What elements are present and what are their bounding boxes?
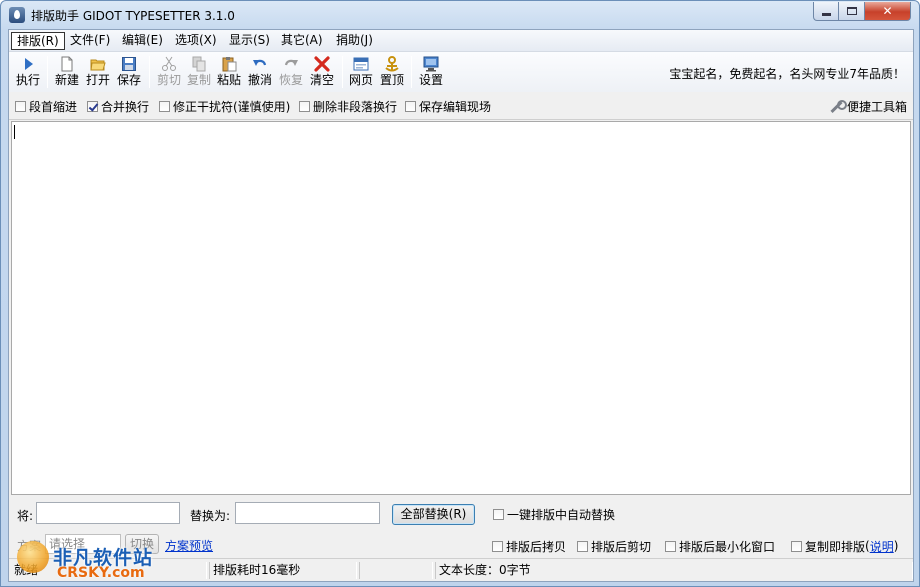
pin-top-icon [385,56,399,72]
title-bar[interactable]: 排版助手 GIDOT TYPESETTER 3.1.0 ✕ [1,1,919,29]
close-button[interactable]: ✕ [865,2,911,21]
undo-button[interactable]: 撤消 [245,54,275,90]
checkbox[interactable] [15,100,26,112]
maximize-button[interactable] [839,2,865,21]
clear-button[interactable]: 清空 [307,54,337,90]
watermark: 非凡软件站 CRSKY.com [11,535,161,585]
play-icon [25,58,33,70]
indent-paragraph-checkbox[interactable]: 段首缩进 [15,99,77,114]
maximize-icon [846,7,857,15]
settings-button[interactable]: 设置 [416,54,446,90]
execute-button[interactable]: 执行 [13,54,43,90]
save-edit-scene-checkbox[interactable]: 保存编辑现场 [405,99,491,114]
copy-icon [192,56,206,72]
paste-icon [222,57,237,72]
typeset-on-copy-checkbox[interactable]: 复制即排版(说明) [791,538,898,555]
checkbox[interactable] [405,100,416,112]
new-file-icon [61,56,73,72]
menu-other[interactable]: 其它(A) [276,32,328,50]
replace-from-label: 将: [17,509,34,523]
minimize-icon [821,12,831,16]
cut-button[interactable]: 剪切 [154,54,184,90]
webpage-button[interactable]: 网页 [346,54,376,90]
promo-slogan[interactable]: 宝宝起名，免费起名，名头网专业7年品质！ [669,65,905,82]
text-caret [14,125,15,139]
webpage-icon [353,57,369,71]
status-elapsed: 排版耗时16毫秒 [209,562,357,579]
status-length: 文本长度：0字节 [435,562,913,579]
open-button[interactable]: 打开 [83,54,113,90]
wrench-icon [829,99,847,114]
settings-icon [423,56,439,72]
application-window: 排版助手 GIDOT TYPESETTER 3.1.0 ✕ 排版(R) 文件(F… [0,0,920,587]
auto-replace-checkbox[interactable]: 一键排版中自动替换 [493,507,615,522]
checkbox[interactable] [299,100,310,112]
toolbar: 执行 新建 打开 保存 剪切 复制 粘贴 撤消 恢复 清空 网页 置顶 设置 宝… [9,52,913,92]
checkbox-checked[interactable] [87,100,98,112]
copy-button[interactable]: 复制 [184,54,214,90]
menu-file[interactable]: 文件(F) [65,32,115,50]
menu-options[interactable]: 选项(X) [170,32,222,50]
cut-icon [162,56,176,71]
watermark-site: CRSKY.com [57,565,145,581]
app-logo-icon [9,7,25,23]
close-icon: ✕ [882,4,893,18]
menu-bar: 排版(R) 文件(F) 编辑(E) 选项(X) 显示(S) 其它(A) 捐助(J… [9,30,913,52]
watermark-logo-icon [17,541,49,573]
window-title: 排版助手 GIDOT TYPESETTER 3.1.0 [31,9,235,23]
menu-display[interactable]: 显示(S) [224,32,275,50]
checkbox[interactable] [159,100,170,112]
checkbox[interactable] [665,540,676,552]
menu-typeset[interactable]: 排版(R) [11,32,65,50]
clear-icon [314,56,330,72]
redo-button[interactable]: 恢复 [276,54,306,90]
redo-icon [284,59,298,66]
checkbox[interactable] [493,508,504,520]
replace-from-input[interactable] [36,502,180,524]
options-bar: 段首缩进 合并换行 修正干扰符(谨慎使用) 删除非段落换行 保存编辑现场 便捷工… [9,92,913,120]
checkbox[interactable] [492,540,503,552]
toolbox-button[interactable]: 便捷工具箱 [829,98,907,115]
replace-all-button[interactable]: 全部替换(R) [392,504,475,525]
status-blank [359,562,433,579]
minimize-button[interactable] [813,2,839,21]
menu-edit[interactable]: 编辑(E) [117,32,168,50]
new-button[interactable]: 新建 [52,54,82,90]
save-icon [122,57,136,71]
help-link[interactable]: 说明 [870,538,894,555]
open-folder-icon [90,59,106,71]
minimize-after-typeset-checkbox[interactable]: 排版后最小化窗口 [665,539,775,554]
main-frame: 排版(R) 文件(F) 编辑(E) 选项(X) 显示(S) 其它(A) 捐助(J… [8,29,914,582]
replace-to-label: 替换为: [190,509,231,523]
merge-linebreak-checkbox[interactable]: 合并换行 [87,99,149,114]
copy-after-typeset-checkbox[interactable]: 排版后拷贝 [492,539,566,554]
text-editor[interactable] [11,121,911,495]
scheme-preview-link[interactable]: 方案预览 [165,537,213,554]
remove-nonparagraph-break-checkbox[interactable]: 删除非段落换行 [299,99,397,114]
pin-top-button[interactable]: 置顶 [377,54,407,90]
paste-button[interactable]: 粘贴 [214,54,244,90]
checkbox[interactable] [577,540,588,552]
replace-to-input[interactable] [235,502,380,524]
undo-icon [253,59,267,66]
checkbox[interactable] [791,540,802,552]
cut-after-typeset-checkbox[interactable]: 排版后剪切 [577,539,651,554]
save-button[interactable]: 保存 [114,54,144,90]
fix-interference-checkbox[interactable]: 修正干扰符(谨慎使用) [159,99,290,114]
replace-bar: 将: 替换为: 全部替换(R) 一键排版中自动替换 [9,496,913,530]
menu-donate[interactable]: 捐助(J) [331,32,378,50]
